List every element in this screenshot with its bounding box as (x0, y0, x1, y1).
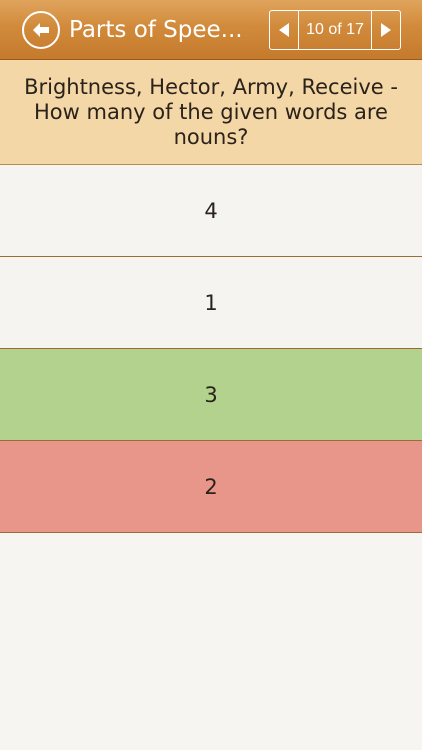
question-pager: 10 of 17 (269, 10, 401, 50)
triangle-right-icon (381, 23, 391, 37)
triangle-left-icon (279, 23, 289, 37)
question-text: Brightness, Hector, Army, Receive - How … (24, 74, 398, 149)
answer-option-2[interactable]: 1 (0, 257, 422, 349)
answer-option-4-wrong[interactable]: 2 (0, 441, 422, 533)
arrow-left-circle-icon (33, 23, 49, 37)
answer-option-1[interactable]: 4 (0, 165, 422, 257)
back-button[interactable] (22, 11, 60, 49)
page-title: Parts of Spee... (69, 17, 243, 43)
next-question-button[interactable] (371, 11, 400, 49)
answer-option-3-correct[interactable]: 3 (0, 349, 422, 441)
top-bar: Parts of Spee... 10 of 17 (0, 0, 422, 60)
previous-question-button[interactable] (270, 11, 299, 49)
answer-list: 4 1 3 2 (0, 165, 422, 533)
question-panel: Brightness, Hector, Army, Receive - How … (0, 60, 422, 165)
question-counter: 10 of 17 (306, 21, 364, 38)
